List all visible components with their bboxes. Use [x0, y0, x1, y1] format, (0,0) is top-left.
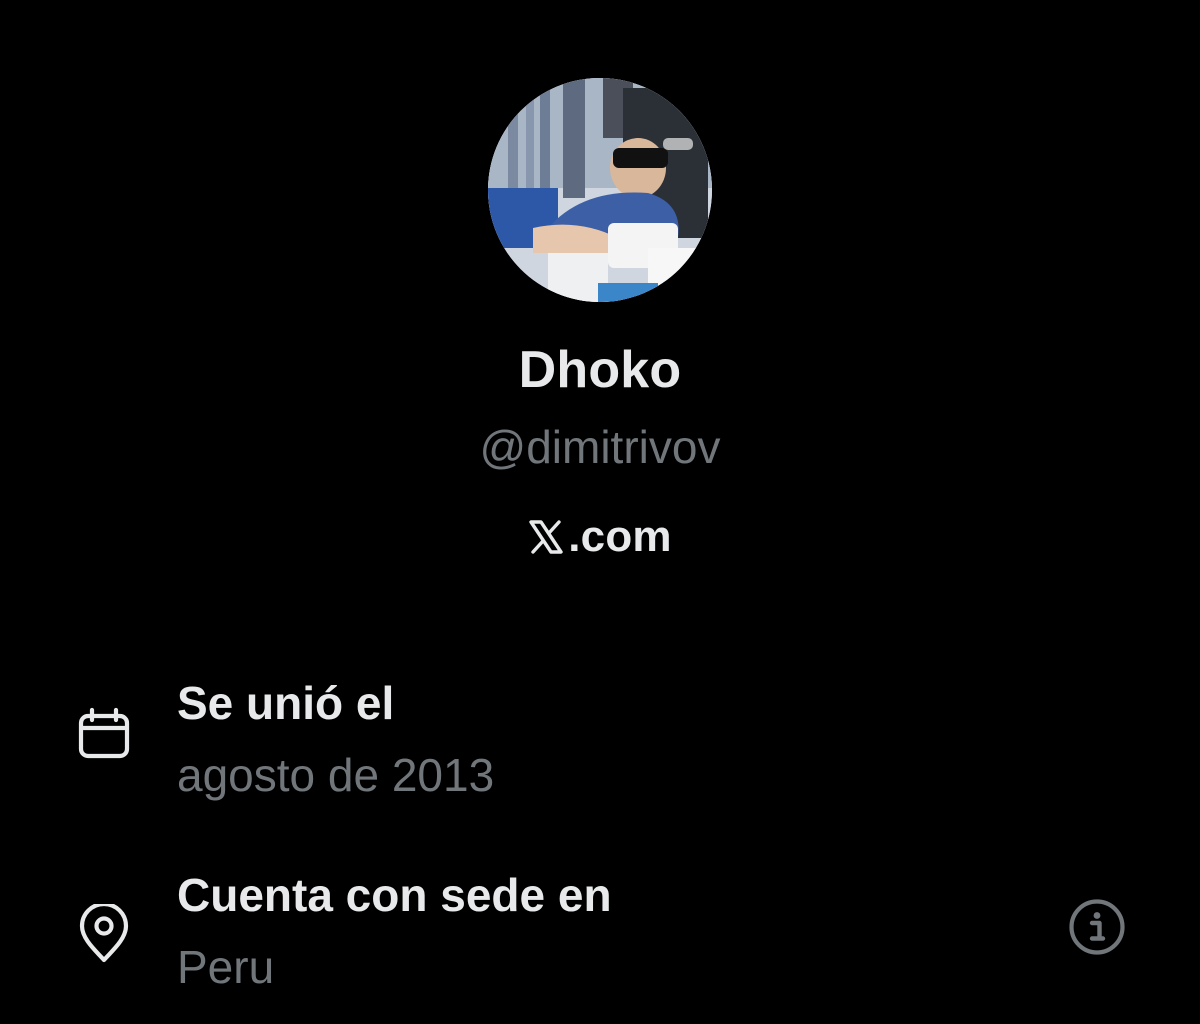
info-icon[interactable]	[1068, 898, 1126, 956]
location-pin-icon	[76, 901, 132, 963]
x-logo-icon	[528, 519, 564, 555]
profile-display-name: Dhoko	[518, 341, 682, 399]
joined-value: agosto de 2013	[177, 749, 495, 801]
avatar-photo	[488, 78, 712, 302]
account-location-row: Cuenta con sede en Peru	[0, 868, 1200, 1008]
joined-date-row: Se unió el agosto de 2013	[0, 676, 1200, 816]
profile-handle: @dimitrivov	[479, 421, 721, 473]
profile-website-link[interactable]: .com	[0, 512, 1200, 562]
calendar-icon	[76, 706, 132, 762]
website-label: .com	[568, 512, 672, 561]
profile-avatar[interactable]	[488, 78, 712, 302]
joined-title: Se unió el	[177, 677, 395, 729]
location-title: Cuenta con sede en	[177, 869, 612, 921]
location-value: Peru	[177, 941, 275, 993]
